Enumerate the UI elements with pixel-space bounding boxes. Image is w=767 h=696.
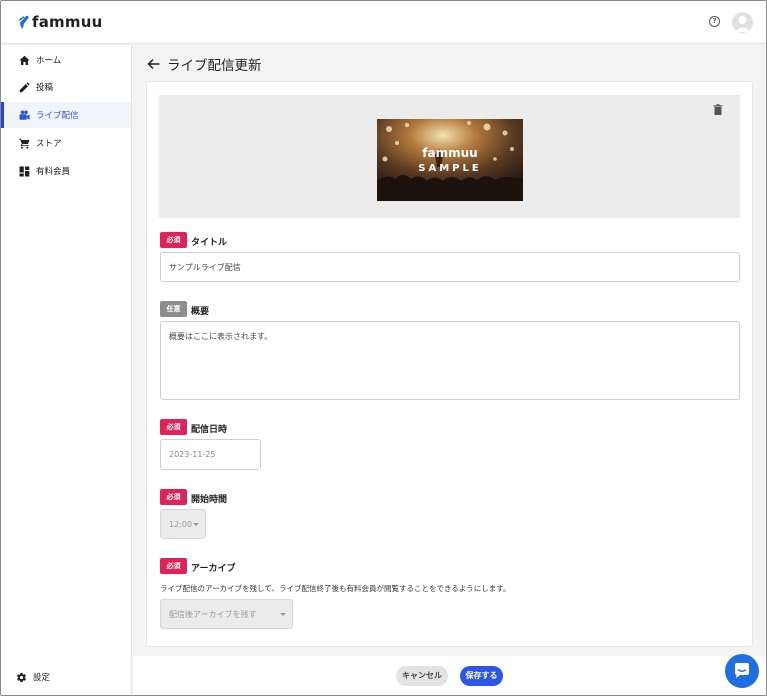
- start-time-select[interactable]: 12:00: [160, 509, 206, 539]
- sidebar-item-label: ストア: [36, 139, 62, 149]
- sidebar-item-post[interactable]: 投稿: [1, 74, 131, 100]
- cart-icon: [19, 138, 30, 149]
- live-icon: [19, 110, 30, 120]
- save-button[interactable]: 保存する: [460, 666, 503, 686]
- logo-mark-icon: [19, 15, 29, 29]
- date-input[interactable]: 2023-11-25: [160, 439, 261, 470]
- fammuu-logo[interactable]: fammuu: [19, 13, 102, 31]
- gear-icon: [17, 672, 26, 682]
- page-header: ライブ配信更新: [147, 54, 262, 74]
- sidebar-item-membership[interactable]: 有料会員: [1, 158, 131, 184]
- start-time-value: 12:00: [169, 519, 193, 529]
- help-icon[interactable]: ?: [709, 16, 720, 27]
- home-icon: [19, 55, 30, 65]
- top-header: fammuu ?: [1, 1, 766, 44]
- sidebar-item-label: ライブ配信: [36, 111, 79, 121]
- sidebar-item-label: 有料会員: [36, 167, 71, 177]
- required-badge: 必須: [160, 232, 187, 248]
- sidebar-item-label: 投稿: [36, 83, 54, 93]
- archive-select[interactable]: 配信後アーカイブを残す: [160, 599, 293, 629]
- chevron-down-icon: [280, 613, 286, 616]
- app-window: fammuu ? ホーム 投稿 ライブ配信 ストア 有料会員 設定 ライブ配信更…: [0, 0, 767, 696]
- arrow-left-icon[interactable]: [147, 58, 160, 70]
- cancel-button[interactable]: キャンセル: [396, 666, 448, 686]
- sidebar: ホーム 投稿 ライブ配信 ストア 有料会員: [1, 45, 132, 695]
- optional-badge: 任意: [160, 301, 187, 317]
- sidebar-item-label: ホーム: [36, 56, 62, 66]
- chevron-down-icon: [193, 523, 199, 526]
- sidebar-item-home[interactable]: ホーム: [1, 47, 131, 73]
- thumbnail-brand: fammuu: [422, 146, 478, 160]
- trash-icon[interactable]: [713, 104, 723, 115]
- required-badge: 必須: [160, 419, 187, 435]
- pencil-icon: [19, 81, 30, 92]
- start-time-label: 開始時間: [191, 495, 228, 505]
- date-label: 配信日時: [191, 425, 228, 435]
- footer-bar: [133, 656, 766, 695]
- chat-icon: [735, 663, 749, 678]
- page-title: ライブ配信更新: [167, 58, 262, 74]
- thumbnail-image: fammuu SAMPLE: [377, 119, 523, 201]
- dashboard-icon: [19, 166, 30, 176]
- title-label: タイトル: [191, 238, 228, 248]
- summary-textarea[interactable]: 概要はここに表示されます。: [160, 321, 740, 400]
- sidebar-item-settings[interactable]: 設定: [16, 671, 50, 683]
- user-avatar[interactable]: [732, 12, 753, 33]
- avatar-person-icon: [734, 16, 751, 32]
- title-input[interactable]: サンプルライブ配信: [160, 252, 740, 282]
- archive-value: 配信後アーカイブを残す: [169, 609, 257, 619]
- archive-label: アーカイブ: [191, 564, 236, 574]
- sidebar-item-store[interactable]: ストア: [1, 130, 131, 156]
- settings-label: 設定: [33, 673, 51, 683]
- concert-image: [377, 119, 523, 201]
- sidebar-item-live[interactable]: ライブ配信: [1, 102, 131, 128]
- thumbnail-caption: SAMPLE: [418, 163, 482, 174]
- summary-label: 概要: [191, 307, 210, 317]
- archive-description: ライブ配信のアーカイブを残して、ライブ配信終了後も有料会員が閲覧することをできる…: [160, 584, 511, 593]
- logo-text: fammuu: [32, 13, 103, 31]
- required-badge: 必須: [160, 489, 187, 505]
- chat-button[interactable]: [725, 654, 759, 688]
- required-badge: 必須: [160, 558, 187, 574]
